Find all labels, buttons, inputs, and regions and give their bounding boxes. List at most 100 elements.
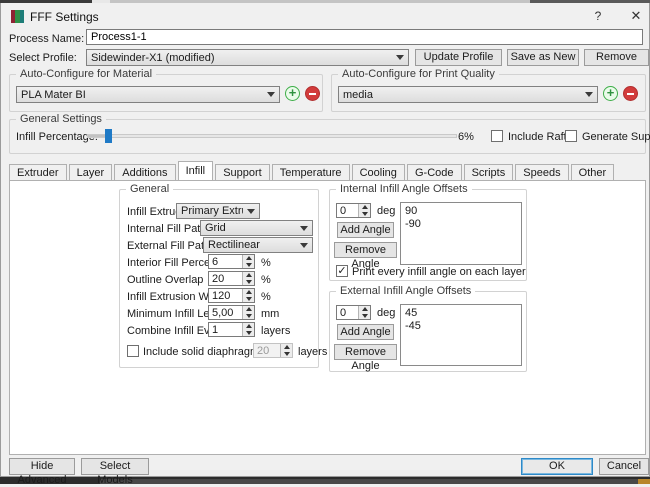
hide-advanced-button[interactable]: Hide Advanced (9, 458, 75, 486)
print-every-infill-angle-label: Print every infill angle on each layer (352, 266, 526, 278)
solid-diaphragm-stepper: 20 (253, 343, 293, 358)
internal-fill-pattern-select[interactable]: Grid (200, 220, 313, 236)
background-strip-segment (638, 479, 650, 484)
cancel-button[interactable]: Cancel (599, 458, 649, 475)
spin-down-icon (281, 350, 292, 357)
infill-extruder-value: Primary Extruder (181, 205, 243, 217)
update-profile-button[interactable]: Update Profile (415, 49, 502, 66)
include-raft-checkbox[interactable] (491, 130, 503, 142)
combine-infill-every-stepper[interactable]: 1 (208, 322, 255, 337)
tab-extruder[interactable]: Extruder (9, 164, 67, 180)
spin-down-icon[interactable] (243, 261, 254, 268)
fff-settings-dialog: FFF Settings ? ✕ Process Name: Select Pr… (0, 3, 650, 486)
add-material-icon[interactable]: + (285, 86, 300, 101)
list-item[interactable]: 90 (405, 205, 521, 218)
tab-layer[interactable]: Layer (68, 164, 113, 180)
infill-extrusion-width-unit: % (261, 291, 271, 303)
auto-configure-quality-title: Auto-Configure for Print Quality (338, 68, 499, 80)
solid-diaphragm-value: 20 (257, 345, 270, 357)
infill-extrusion-width-stepper[interactable]: 120 (208, 288, 255, 303)
solid-diaphragm-unit: layers (298, 346, 328, 358)
title-bar[interactable]: FFF Settings ? ✕ (1, 3, 649, 29)
external-add-angle-button[interactable]: Add Angle (337, 324, 394, 340)
solid-diaphragm-checkbox[interactable] (127, 345, 139, 357)
material-select-value: PLA Mater BI (21, 88, 86, 101)
tab-support[interactable]: Support (215, 164, 270, 180)
external-angle-stepper[interactable]: 0 (336, 305, 371, 320)
infill-extrusion-width-value: 120 (212, 290, 231, 302)
profile-select[interactable]: Sidewinder-X1 (modified) (86, 49, 409, 66)
spin-down-icon[interactable] (243, 312, 254, 319)
interior-fill-percentage-stepper[interactable]: 6 (208, 254, 255, 269)
auto-configure-material-group: Auto-Configure for Material PLA Mater BI… (9, 68, 323, 112)
chevron-down-icon (585, 92, 593, 97)
internal-fill-pattern-value: Grid (205, 222, 226, 234)
external-remove-angle-button[interactable]: Remove Angle (334, 344, 397, 372)
chevron-down-icon (396, 55, 404, 60)
close-icon[interactable]: ✕ (627, 8, 645, 24)
external-fill-pattern-select[interactable]: Rectilinear (203, 237, 313, 253)
process-name-input[interactable] (86, 29, 643, 45)
chevron-down-icon (300, 242, 308, 248)
outline-overlap-stepper[interactable]: 20 (208, 271, 255, 286)
help-icon[interactable]: ? (589, 8, 607, 24)
internal-infill-angle-offsets-group: Internal Infill Angle Offsets 0 deg 90 -… (329, 183, 527, 281)
infill-percentage-slider[interactable] (87, 134, 457, 138)
internal-angle-value: 0 (340, 205, 347, 217)
tab-gcode[interactable]: G-Code (406, 164, 462, 180)
infill-percentage-slider-handle[interactable] (105, 129, 112, 143)
window-title: FFF Settings (30, 10, 99, 24)
tab-temperature[interactable]: Temperature (271, 164, 350, 180)
minimum-infill-length-unit: mm (261, 308, 280, 320)
internal-angle-unit: deg (377, 205, 396, 217)
outline-overlap-value: 20 (212, 273, 225, 285)
ok-button[interactable]: OK (521, 458, 593, 475)
tab-additions[interactable]: Additions (114, 164, 176, 180)
spin-down-icon[interactable] (243, 329, 254, 336)
internal-angles-list[interactable]: 90 -90 (400, 202, 522, 265)
tab-speeds[interactable]: Speeds (515, 164, 569, 180)
spin-down-icon[interactable] (243, 295, 254, 302)
save-as-new-button[interactable]: Save as New (507, 49, 579, 66)
minimum-infill-length-stepper[interactable]: 5,00 (208, 305, 255, 320)
include-raft-label: Include Raft (508, 131, 567, 143)
internal-angle-stepper[interactable]: 0 (336, 203, 371, 218)
settings-tab-bar: Extruder Layer Additions Infill Support … (9, 161, 646, 199)
select-models-button[interactable]: Select Models (81, 458, 149, 486)
general-group-title: General (126, 183, 174, 195)
tab-infill[interactable]: Infill (177, 161, 214, 180)
external-angles-list[interactable]: 45 -45 (400, 304, 522, 366)
spin-down-icon[interactable] (243, 278, 254, 285)
remove-profile-button[interactable]: Remove (584, 49, 649, 66)
outline-overlap-unit: % (261, 274, 271, 286)
combine-infill-every-unit: layers (261, 325, 291, 337)
combine-infill-every-value: 1 (212, 324, 219, 336)
print-every-infill-angle-checkbox[interactable]: ✓ (336, 265, 348, 277)
internal-add-angle-button[interactable]: Add Angle (337, 222, 394, 238)
chevron-down-icon (247, 208, 255, 214)
remove-material-icon[interactable] (305, 86, 320, 101)
generate-support-checkbox[interactable] (565, 130, 577, 142)
tab-other[interactable]: Other (570, 164, 615, 180)
general-group: General Infill Extruder Primary Extruder… (119, 183, 327, 368)
interior-fill-percentage-unit: % (261, 257, 271, 269)
list-item[interactable]: -45 (405, 320, 521, 333)
material-select[interactable]: PLA Mater BI (16, 86, 280, 103)
general-settings-group: General Settings Infill Percentage: 6% I… (9, 113, 650, 154)
quality-select[interactable]: media (338, 86, 598, 103)
spin-down-icon[interactable] (359, 312, 370, 319)
remove-quality-icon[interactable] (623, 86, 638, 101)
tab-scripts[interactable]: Scripts (463, 164, 514, 180)
add-quality-icon[interactable]: + (603, 86, 618, 101)
spin-down-icon[interactable] (359, 210, 370, 217)
list-item[interactable]: 45 (405, 307, 521, 320)
quality-select-value: media (343, 88, 373, 101)
outline-overlap-label: Outline Overlap (127, 274, 204, 286)
interior-fill-percentage-value: 6 (212, 256, 219, 268)
auto-configure-material-title: Auto-Configure for Material (16, 68, 157, 80)
internal-remove-angle-button[interactable]: Remove Angle (334, 242, 397, 270)
tab-cooling[interactable]: Cooling (351, 164, 405, 180)
chevron-down-icon (267, 92, 275, 97)
list-item[interactable]: -90 (405, 218, 521, 231)
infill-extruder-select[interactable]: Primary Extruder (176, 203, 260, 219)
